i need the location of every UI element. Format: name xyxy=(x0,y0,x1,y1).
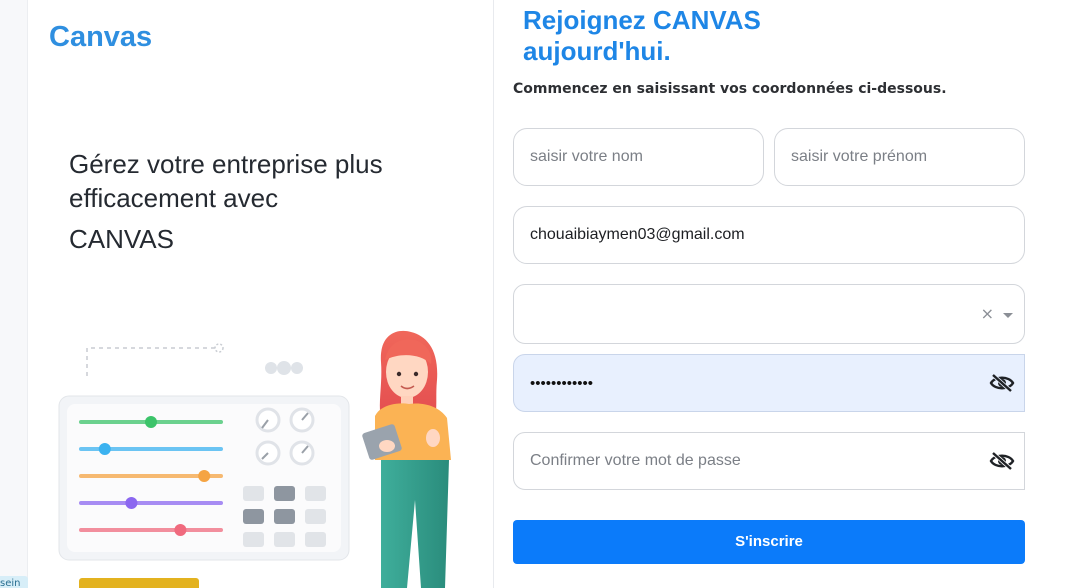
slider-knob xyxy=(174,524,187,536)
hero-tagline: Gérez votre entreprise plus efficacement… xyxy=(69,147,439,256)
form-heading-line-1: Rejoignez CANVAS xyxy=(523,5,761,35)
slider-knob xyxy=(125,497,138,509)
signup-form-panel: Rejoignez CANVAS aujourd'hui. Commencez … xyxy=(495,0,1070,588)
password-input[interactable]: •••••••••••• xyxy=(513,354,1025,412)
password-masked-value: •••••••••••• xyxy=(530,374,594,392)
form-subtitle: Commencez en saisissant vos coordonnées … xyxy=(513,81,947,97)
slider-knob xyxy=(145,416,157,428)
brand-logo-text: Canvas xyxy=(49,21,153,53)
character-figure xyxy=(362,330,451,588)
dashed-connector xyxy=(86,347,217,376)
edge-sidebar xyxy=(0,0,28,588)
form-heading-line-2: aujourd'hui. xyxy=(523,36,671,66)
signup-page: sein Canvas Gérez votre entreprise plus … xyxy=(0,0,1070,588)
marketing-panel: Canvas Gérez votre entreprise plus effic… xyxy=(29,0,494,588)
hero-line-1: Gérez votre entreprise plus xyxy=(69,149,383,179)
first-name-placeholder: saisir votre prénom xyxy=(791,148,928,165)
connector-node xyxy=(214,343,224,353)
eye-off-icon[interactable] xyxy=(989,451,1015,471)
last-name-input[interactable]: saisir votre nom xyxy=(513,128,764,186)
form-heading: Rejoignez CANVAS aujourd'hui. xyxy=(523,5,853,67)
hero-line-2: efficacement avec xyxy=(69,183,279,213)
confirm-password-placeholder: Confirmer votre mot de passe xyxy=(530,452,741,469)
chevron-down-icon[interactable] xyxy=(1003,313,1013,318)
close-icon[interactable]: × xyxy=(981,304,994,323)
email-value: chouaibiaymen03@gmail.com xyxy=(530,226,745,243)
last-name-placeholder: saisir votre nom xyxy=(530,148,643,165)
first-name-input[interactable]: saisir votre prénom xyxy=(774,128,1025,186)
gear-cluster-icon xyxy=(265,361,303,375)
confirm-password-input[interactable]: Confirmer votre mot de passe xyxy=(513,432,1025,490)
hero-illustration xyxy=(58,330,451,588)
signup-button[interactable]: S'inscrire xyxy=(513,520,1025,564)
button-grid xyxy=(243,486,326,547)
hero-line-3: CANVAS xyxy=(69,224,174,254)
yellow-crate xyxy=(79,578,199,588)
slider-knob xyxy=(98,443,111,455)
email-input[interactable]: chouaibiaymen03@gmail.com xyxy=(513,206,1025,264)
eye-off-icon[interactable] xyxy=(989,373,1015,393)
slider-knob xyxy=(198,470,211,482)
role-select[interactable]: × xyxy=(513,284,1025,344)
edge-badge[interactable]: sein xyxy=(0,576,28,588)
